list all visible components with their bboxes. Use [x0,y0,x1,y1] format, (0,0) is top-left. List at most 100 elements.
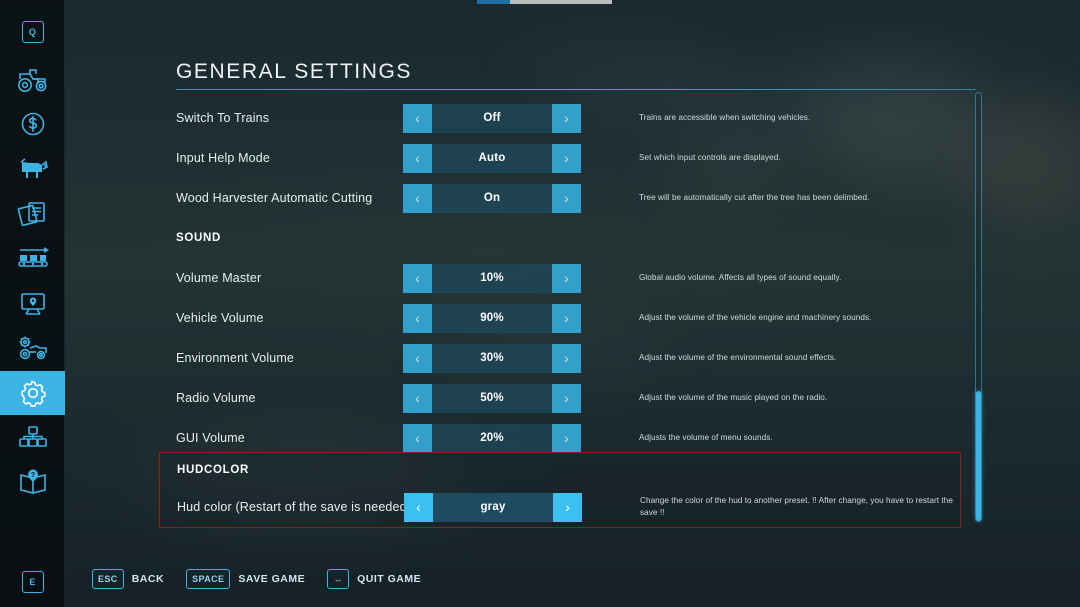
settings-rows: Switch To Trains ‹ Off › Trains are acce… [176,98,976,458]
keycap-e-icon: E [21,571,44,593]
hint-quit-game[interactable]: ↔ QUIT GAME [327,569,421,589]
hint-back[interactable]: ESC BACK [92,569,164,589]
chevron-left-icon[interactable]: ‹ [403,343,432,373]
sidebar-item-help[interactable]: ? [0,460,65,504]
chevron-right-icon[interactable]: › [552,303,581,333]
chevron-right-icon[interactable]: › [552,143,581,173]
setting-description: Change the color of the hud to another p… [640,496,953,517]
hint-save-game[interactable]: SPACE SAVE GAME [186,569,305,589]
chevron-left-icon[interactable]: ‹ [403,263,432,293]
setting-value: 10% [480,272,504,284]
setting-value: 50% [480,392,504,404]
setting-selector[interactable]: ‹ Off › [403,103,581,133]
setting-selector[interactable]: ‹ gray › [404,492,582,522]
settings-panel: GENERAL SETTINGS Switch To Trains ‹ Off … [159,0,976,607]
keycap-q-icon: Q [21,21,44,43]
setting-label: GUI Volume [176,431,245,445]
setting-row-vehicle-volume: Vehicle Volume ‹ 90% › Adjust the volume… [176,298,976,338]
setting-label: Volume Master [176,271,262,285]
setting-selector[interactable]: ‹ 10% › [403,263,581,293]
setting-label: Switch To Trains [176,111,270,125]
hint-label: QUIT GAME [357,573,422,585]
chevron-left-icon[interactable]: ‹ [403,383,432,413]
setting-value: gray [480,501,506,513]
sidebar-item-game-settings[interactable] [0,371,65,415]
setting-description: Global audio volume. Affects all types o… [639,273,842,283]
chevron-right-icon[interactable]: › [552,383,581,413]
setting-label: Input Help Mode [176,151,270,165]
chevron-right-icon[interactable]: › [552,263,581,293]
setting-value: On [483,192,501,204]
tractor-icon [16,67,50,93]
sidebar: Q ? E [0,0,65,607]
setting-value: Off [483,112,501,124]
sidebar-item-animals[interactable] [0,147,65,191]
section-header-hudcolor: HUDCOLOR [160,453,960,487]
setting-selector[interactable]: ‹ 20% › [403,423,581,453]
chevron-left-icon[interactable]: ‹ [403,143,432,173]
sidebar-item-keycap-e[interactable]: E [0,560,65,604]
setting-label: Hud color (Restart of the save is needed… [177,500,422,514]
setting-row-input-help-mode: Input Help Mode ‹ Auto › Set which input… [176,138,976,178]
title-divider [176,89,976,90]
sidebar-item-contracts[interactable] [0,191,65,235]
setting-label: Radio Volume [176,391,256,405]
chevron-right-icon[interactable]: › [552,423,581,453]
section-label: SOUND [176,232,222,244]
game-settings-screen: Q ? E GENERAL SETTINGS Switch To Trains … [0,0,1080,607]
hudcolor-highlight-block: HUDCOLOR Hud color (Restart of the save … [159,452,961,528]
chevron-left-icon[interactable]: ‹ [403,183,432,213]
chevron-right-icon[interactable]: › [552,103,581,133]
setting-row-environment-volume: Environment Volume ‹ 30% › Adjust the vo… [176,338,976,378]
chevron-right-icon[interactable]: › [553,492,582,522]
setting-value: 20% [480,432,504,444]
scrollbar-thumb[interactable] [976,391,981,521]
chevron-left-icon[interactable]: ‹ [403,423,432,453]
setting-value: Auto [478,152,506,164]
hint-label: SAVE GAME [238,573,306,585]
nodes-icon [18,424,48,450]
sidebar-item-map[interactable] [0,282,65,326]
setting-row-volume-master: Volume Master ‹ 10% › Global audio volum… [176,258,976,298]
cow-icon [16,156,50,182]
sidebar-item-finances[interactable] [0,102,65,146]
setting-row-switch-to-trains: Switch To Trains ‹ Off › Trains are acce… [176,98,976,138]
setting-description: Tree will be automatically cut after the… [639,193,870,203]
sidebar-item-keycap-q[interactable]: Q [0,10,65,54]
setting-description: Adjust the volume of the environmental s… [639,353,837,363]
sidebar-item-vehicles[interactable] [0,58,65,102]
scrollbar-track[interactable] [975,92,982,522]
key-esc-icon: ESC [92,569,124,589]
setting-row-hud-color: Hud color (Restart of the save is needed… [160,487,960,527]
sidebar-item-multiplayer[interactable] [0,415,65,459]
sidebar-item-vehicle-settings[interactable] [0,326,65,370]
setting-selector[interactable]: ‹ 30% › [403,343,581,373]
setting-value: 90% [480,312,504,324]
setting-description: Adjust the volume of the music played on… [639,393,828,403]
chevron-right-icon[interactable]: › [552,343,581,373]
setting-label: Wood Harvester Automatic Cutting [176,191,373,205]
section-header-sound: SOUND [176,218,976,258]
setting-label: Vehicle Volume [176,311,264,325]
setting-selector[interactable]: ‹ On › [403,183,581,213]
setting-value: 30% [480,352,504,364]
setting-selector[interactable]: ‹ 90% › [403,303,581,333]
production-chain-icon [16,244,50,270]
chevron-left-icon[interactable]: ‹ [403,303,432,333]
gear-icon [18,378,48,408]
chevron-left-icon[interactable]: ‹ [404,492,433,522]
vehicle-settings-icon [16,335,50,361]
documents-icon [17,200,49,226]
setting-description: Adjust the volume of the vehicle engine … [639,313,872,323]
map-board-icon [18,291,48,317]
setting-selector[interactable]: ‹ Auto › [403,143,581,173]
sidebar-item-production[interactable] [0,235,65,279]
chevron-left-icon[interactable]: ‹ [403,103,432,133]
setting-description: Trains are accessible when switching veh… [639,113,811,123]
setting-row-wood-harvester-automatic-cutting: Wood Harvester Automatic Cutting ‹ On › … [176,178,976,218]
setting-selector[interactable]: ‹ 50% › [403,383,581,413]
setting-label: Environment Volume [176,351,295,365]
chevron-right-icon[interactable]: › [552,183,581,213]
help-book-icon: ? [18,468,48,496]
setting-row-radio-volume: Radio Volume ‹ 50% › Adjust the volume o… [176,378,976,418]
